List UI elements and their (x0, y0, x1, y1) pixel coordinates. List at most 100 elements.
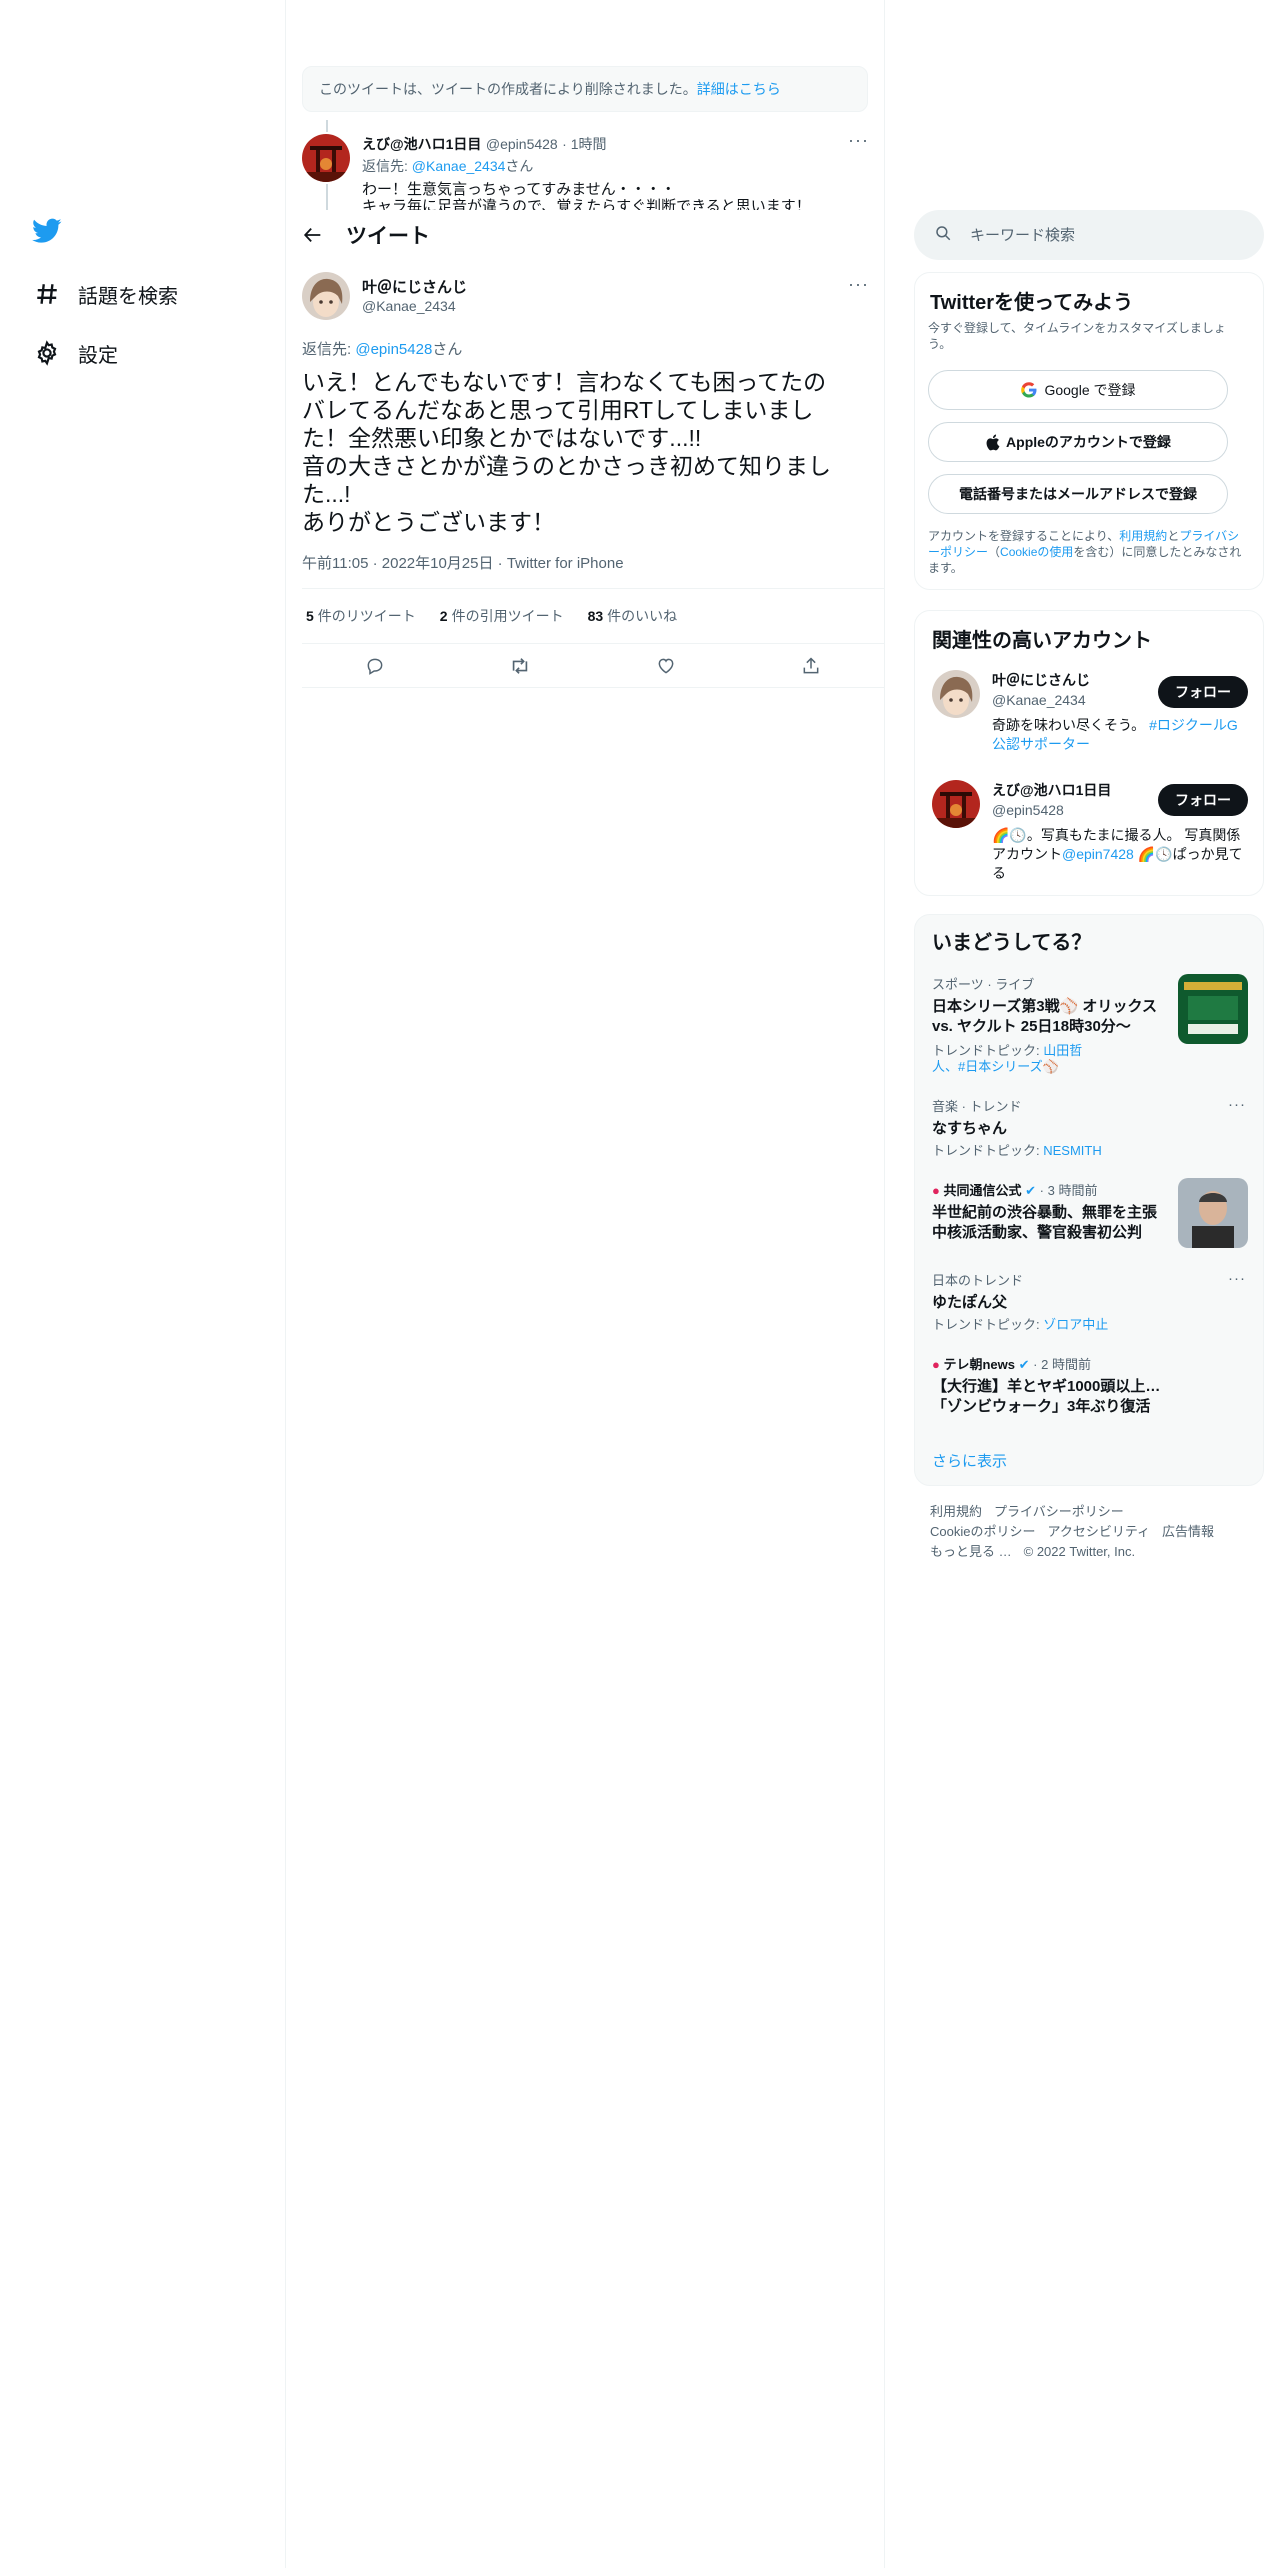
main-reply-prefix: 返信先: (302, 341, 356, 358)
main-tweet-author-handle[interactable]: @Kanae_2434 (362, 298, 456, 314)
related-name-2[interactable]: えび@池ハロ1日目 (992, 780, 1111, 800)
footer-link-more[interactable]: もっと見る … (930, 1544, 1012, 1559)
nav-explore[interactable]: 話題を検索 (30, 270, 178, 318)
signup-title: Twitterを使ってみよう (930, 292, 1134, 314)
back-arrow-icon[interactable] (288, 210, 338, 260)
main-tweet-text: いえ！とんでもないです！言わなくても困ってたの バレてるんだなあと思って引用RT… (302, 369, 831, 535)
parent-reply-prefix: 返信先: (362, 158, 412, 174)
thread-line-top (326, 120, 328, 132)
search-input[interactable] (970, 226, 1240, 244)
main-tweet-actions (302, 644, 884, 688)
quotes-number: 2 (439, 608, 448, 624)
trend-1-thumbnail[interactable] (1178, 974, 1248, 1044)
search-icon (934, 224, 952, 247)
trends-show-more-link[interactable]: さらに表示 (932, 1450, 1007, 1471)
google-signup-label: Google で登録 (1044, 382, 1136, 398)
related-name-1[interactable]: 叶＠にじさんじ (992, 670, 1090, 690)
trend-5-category: テレ朝news (943, 1357, 1015, 1372)
likes-label: 件のいいね (607, 608, 678, 624)
trend-4-title: ゆたぽん父 (932, 1294, 1008, 1311)
parent-tweet-time[interactable]: · 1時間 (562, 136, 606, 152)
twitter-logo-icon[interactable] (32, 218, 62, 248)
retweet-icon[interactable] (502, 648, 538, 684)
terms-of-service-link[interactable]: 利用規約 (1119, 529, 1167, 543)
trend-4-sub-link[interactable]: ゾロア中止 (1043, 1317, 1108, 1332)
reply-icon[interactable] (357, 648, 393, 684)
parent-reply-to-link[interactable]: @Kanae_2434 (412, 158, 506, 174)
parent-tweet-header: えび@池ハロ1日目 @epin5428 · 1時間 (362, 134, 872, 154)
related-avatar-1[interactable] (932, 670, 980, 718)
trend-2-sub-link[interactable]: NESMITH (1043, 1143, 1102, 1158)
trend-4-category: 日本のトレンド (932, 1273, 1024, 1288)
related-bio-1: 奇跡を味わい尽くそう。 #ロジクールG公認サポーター (992, 716, 1250, 754)
right-column-divider (884, 0, 885, 2568)
trend-3-title: 半世紀前の渋谷暴動、無罪を主張 中核派活動家、警官殺害初公判 (932, 1204, 1158, 1241)
trend-item-1[interactable]: スポーツ · ライブ 日本シリーズ第3戦⚾ オリックス vs. ヤクルト 25日… (932, 974, 1172, 1075)
trend-2-more-icon[interactable]: ··· (1228, 1096, 1246, 1113)
likes-number: 83 (587, 608, 604, 624)
parent-tweet-reply-line: 返信先: @Kanae_2434さん (362, 156, 533, 176)
retweets-label: 件のリツイート (317, 608, 416, 624)
phone-email-signup-button[interactable]: 電話番号またはメールアドレスで登録 (928, 474, 1228, 514)
follow-button-2[interactable]: フォロー (1158, 784, 1248, 816)
footer-link-terms[interactable]: 利用規約 (930, 1504, 982, 1519)
parent-tweet-more-icon[interactable]: ··· (848, 130, 869, 151)
trend-3-source-row: ● 共同通信公式 ✔ · 3 時間前 (932, 1180, 1172, 1199)
google-logo-icon (1020, 381, 1038, 399)
main-reply-suffix: さん (432, 341, 463, 358)
related-bio-2-link[interactable]: @epin7428 (1062, 846, 1134, 862)
trend-1-sub: トレンドトピック: 山田哲人、#日本シリーズ⚾ (932, 1043, 1092, 1075)
search-bar[interactable] (914, 210, 1264, 260)
main-tweet-reply-line: 返信先: @epin5428さん (302, 338, 462, 359)
quote-tweets-count[interactable]: 2 件の引用ツイート (440, 606, 564, 626)
main-tweet-more-icon[interactable]: ··· (848, 274, 869, 295)
main-tweet-timestamp[interactable]: 午前11:05 · 2022年10月25日 · Twitter for iPho… (302, 552, 624, 573)
likes-count[interactable]: 83 件のいいね (588, 606, 678, 626)
quotes-label: 件の引用ツイート (451, 608, 564, 624)
notice-text: このツイートは、ツイートの作成者により削除されました。 (319, 81, 697, 97)
verified-badge-icon: ✔ (1018, 1357, 1030, 1372)
trend-2-category: 音楽 · トレンド (932, 1099, 1022, 1114)
trend-2-sub: トレンドトピック: NESMITH (932, 1143, 1232, 1159)
trend-5-source-row: ● テレ朝news ✔ · 2 時間前 (932, 1354, 1172, 1373)
main-tweet-stats: 5 件のリツイート 2 件の引用ツイート 83 件のいいね (302, 588, 884, 644)
nav-settings[interactable]: 設定 (30, 329, 118, 377)
follow-button-1[interactable]: フォロー (1158, 676, 1248, 708)
apple-logo-icon (985, 434, 1000, 451)
main-reply-to-link[interactable]: @epin5428 (355, 341, 432, 358)
trend-item-5[interactable]: ● テレ朝news ✔ · 2 時間前 【大行進】羊とヤギ1000頭以上… 「ゾ… (932, 1354, 1172, 1417)
trend-4-more-icon[interactable]: ··· (1228, 1270, 1246, 1287)
footer-link-cookie[interactable]: Cookieのポリシー (930, 1524, 1035, 1539)
parent-tweet-author-name[interactable]: えび@池ハロ1日目 (362, 136, 481, 152)
parent-tweet-text-line1: わー！生意気言っちゃってすみません・・・・ (362, 181, 676, 198)
page-header: ツイート (286, 210, 884, 260)
trend-3-thumbnail[interactable] (1178, 1178, 1248, 1248)
related-handle-1[interactable]: @Kanae_2434 (992, 692, 1086, 708)
trend-2-sub-label: トレンドトピック: (932, 1143, 1044, 1158)
share-icon[interactable] (793, 648, 829, 684)
trend-item-2[interactable]: 音楽 · トレンド なすちゃん トレンドトピック: NESMITH (932, 1096, 1232, 1159)
news-source-logo-icon: ● (932, 1183, 940, 1198)
main-tweet-avatar[interactable] (302, 272, 350, 320)
trends-title: いまどうしてる？ (932, 932, 1092, 954)
main-tweet-author-name[interactable]: 叶＠にじさんじ (362, 276, 467, 297)
parent-tweet-author-handle[interactable]: @epin5428 (486, 136, 558, 152)
related-avatar-2[interactable] (932, 780, 980, 828)
apple-signup-button[interactable]: Appleのアカウントで登録 (928, 422, 1228, 462)
parent-tweet-avatar[interactable] (302, 134, 350, 182)
trend-item-4[interactable]: 日本のトレンド ゆたぽん父 トレンドトピック: ゾロア中止 (932, 1270, 1232, 1333)
retweets-count[interactable]: 5 件のリツイート (306, 606, 416, 626)
google-signup-button[interactable]: Google で登録 (928, 370, 1228, 410)
notice-learn-more-link[interactable]: 詳細はこちら (697, 79, 781, 99)
footer-link-accessibility[interactable]: アクセシビリティ (1047, 1524, 1150, 1539)
footer-link-privacy[interactable]: プライバシーポリシー (994, 1504, 1124, 1519)
like-icon[interactable] (648, 648, 684, 684)
footer-link-ads[interactable]: 広告情報 (1162, 1524, 1214, 1539)
cookie-use-link[interactable]: Cookieの使用 (1000, 545, 1073, 559)
trend-1-title: 日本シリーズ第3戦⚾ オリックス vs. ヤクルト 25日18時30分〜 (932, 998, 1157, 1035)
trend-1-sub-label: トレンドトピック: (932, 1043, 1044, 1058)
trend-item-3[interactable]: ● 共同通信公式 ✔ · 3 時間前 半世紀前の渋谷暴動、無罪を主張 中核派活動… (932, 1180, 1172, 1243)
trend-2-title: なすちゃん (932, 1120, 1008, 1137)
hashtag-icon (30, 277, 64, 311)
related-handle-2[interactable]: @epin5428 (992, 802, 1064, 818)
